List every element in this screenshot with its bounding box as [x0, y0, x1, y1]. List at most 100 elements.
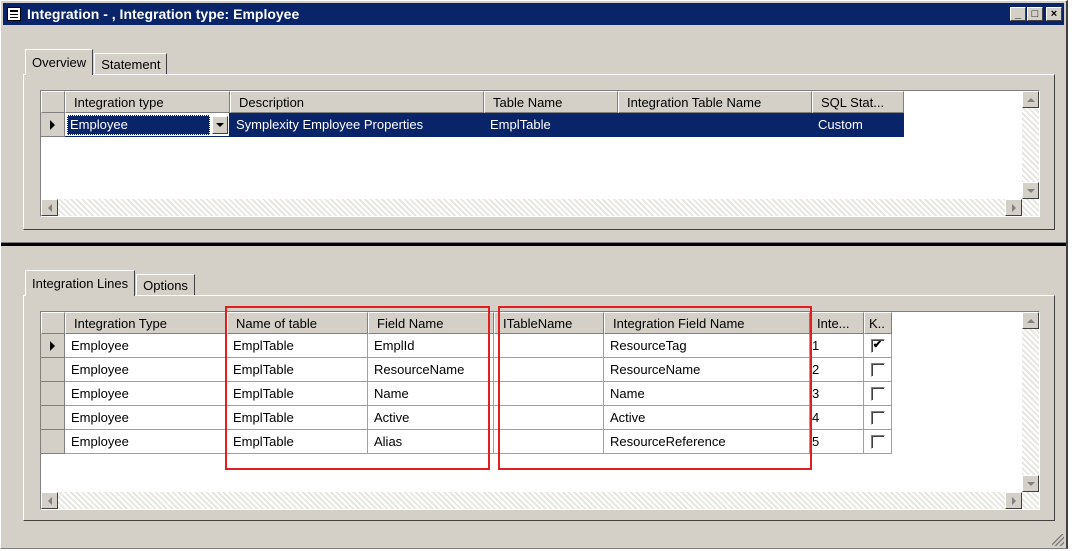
scroll-right-button[interactable]: [1005, 199, 1022, 216]
cell-integration-order[interactable]: 3: [810, 382, 864, 406]
checkmark-icon: ✔: [872, 339, 883, 351]
cell-integration-order[interactable]: 1: [810, 334, 864, 358]
cell-field-name[interactable]: Active: [368, 406, 494, 430]
column-header-description[interactable]: Description: [230, 91, 484, 113]
scroll-right-button[interactable]: [1005, 492, 1022, 509]
close-button[interactable]: ×: [1046, 7, 1062, 21]
cell-itablename[interactable]: [494, 358, 604, 382]
table-row[interactable]: Employee EmplTable ResourceName ResourceNam…: [41, 358, 892, 382]
row-selector[interactable]: [41, 358, 65, 382]
column-header-integration-type[interactable]: Integration type: [65, 91, 230, 113]
column-header-integration-field-name[interactable]: Integration Field Name: [604, 312, 810, 334]
tab-statement[interactable]: Statement: [94, 53, 168, 75]
cell-field-name[interactable]: ResourceName: [368, 358, 494, 382]
cell-integration-type[interactable]: Employee: [65, 382, 227, 406]
key-checkbox[interactable]: ✔: [870, 338, 885, 353]
cell-integration-field-name[interactable]: Active: [604, 406, 810, 430]
cell-sql-statement[interactable]: Custom: [812, 113, 904, 137]
cell-name-of-table[interactable]: EmplTable: [227, 382, 368, 406]
cell-description[interactable]: Symplexity Employee Properties: [230, 113, 484, 137]
vertical-scrollbar[interactable]: [1022, 91, 1039, 199]
cell-integration-type[interactable]: Employee: [65, 334, 227, 358]
overview-grid: Integration type Description Table Name …: [40, 90, 1040, 217]
key-checkbox[interactable]: [870, 386, 885, 401]
integration-type-combo[interactable]: Employee: [65, 113, 230, 137]
integration-type-value[interactable]: Employee: [67, 114, 210, 135]
row-selector[interactable]: [41, 406, 65, 430]
cell-key: [864, 358, 892, 382]
column-header-key[interactable]: K..: [864, 312, 892, 334]
cell-name-of-table[interactable]: EmplTable: [227, 406, 368, 430]
table-row[interactable]: Employee EmplTable Active Active 4: [41, 406, 892, 430]
cell-itablename[interactable]: [494, 382, 604, 406]
horizontal-scrollbar[interactable]: [41, 492, 1039, 509]
column-header-name-of-table[interactable]: Name of table: [227, 312, 368, 334]
row-selector[interactable]: [41, 113, 65, 137]
tab-integration-lines[interactable]: Integration Lines: [25, 270, 136, 296]
cell-itablename[interactable]: [494, 430, 604, 454]
cell-field-name[interactable]: Alias: [368, 430, 494, 454]
cell-itablename[interactable]: [494, 406, 604, 430]
window-title: Integration - , Integration type: Employ…: [27, 6, 300, 22]
header-corner: [41, 312, 65, 334]
table-row[interactable]: Employee EmplTable Name Name 3: [41, 382, 892, 406]
cell-integration-order[interactable]: 4: [810, 406, 864, 430]
vertical-scrollbar[interactable]: [1022, 312, 1039, 492]
table-row[interactable]: Employee Symplexity Employee Properties …: [41, 113, 904, 137]
cell-key: [864, 406, 892, 430]
minimize-button[interactable]: _: [1010, 7, 1026, 21]
key-checkbox[interactable]: [870, 410, 885, 425]
column-header-sql-statement[interactable]: SQL Stat...: [812, 91, 904, 113]
column-header-itablename[interactable]: ITableName: [494, 312, 604, 334]
column-header-integration-type[interactable]: Integration Type: [65, 312, 227, 334]
cell-field-name[interactable]: EmplId: [368, 334, 494, 358]
title-bar[interactable]: Integration - , Integration type: Employ…: [3, 3, 1064, 25]
cell-name-of-table[interactable]: EmplTable: [227, 358, 368, 382]
scroll-up-button[interactable]: [1022, 312, 1039, 329]
table-row[interactable]: Employee EmplTable Alias ResourceReference 5: [41, 430, 892, 454]
scroll-down-button[interactable]: [1022, 475, 1039, 492]
scroll-right-icon: [1011, 496, 1016, 505]
column-header-table-name[interactable]: Table Name: [484, 91, 618, 113]
column-header-integration-table-name[interactable]: Integration Table Name: [618, 91, 812, 113]
key-checkbox[interactable]: [870, 362, 885, 377]
scroll-left-button[interactable]: [41, 199, 58, 216]
cell-integration-field-name[interactable]: ResourceName: [604, 358, 810, 382]
cell-integration-field-name[interactable]: Name: [604, 382, 810, 406]
cell-integration-field-name[interactable]: ResourceTag: [604, 334, 810, 358]
cell-table-name[interactable]: EmplTable: [484, 113, 618, 137]
row-selector[interactable]: [41, 382, 65, 406]
cell-integration-type[interactable]: Employee: [65, 430, 227, 454]
cell-key: [864, 430, 892, 454]
cell-name-of-table[interactable]: EmplTable: [227, 430, 368, 454]
cell-integration-order[interactable]: 2: [810, 358, 864, 382]
panel-splitter[interactable]: [1, 242, 1066, 246]
window-icon[interactable]: [7, 7, 21, 21]
column-header-field-name[interactable]: Field Name: [368, 312, 494, 334]
table-row[interactable]: Employee EmplTable EmplId ResourceTag 1 ✔: [41, 334, 892, 358]
cell-name-of-table[interactable]: EmplTable: [227, 334, 368, 358]
dropdown-button[interactable]: [212, 115, 228, 134]
maximize-button[interactable]: □: [1027, 7, 1043, 21]
row-selector[interactable]: [41, 334, 65, 358]
cell-integration-field-name[interactable]: ResourceReference: [604, 430, 810, 454]
cell-key: [864, 382, 892, 406]
key-checkbox[interactable]: [870, 434, 885, 449]
cell-integration-type[interactable]: Employee: [65, 406, 227, 430]
overview-grid-header: Integration type Description Table Name …: [41, 91, 904, 113]
scroll-up-button[interactable]: [1022, 91, 1039, 108]
cell-integration-type[interactable]: Employee: [65, 358, 227, 382]
scroll-down-button[interactable]: [1022, 182, 1039, 199]
tab-overview[interactable]: Overview: [25, 49, 94, 75]
column-header-integration-order[interactable]: Inte...: [810, 312, 864, 334]
tab-options[interactable]: Options: [136, 274, 195, 296]
scroll-left-icon: [47, 496, 52, 505]
cell-integration-table-name[interactable]: [618, 113, 812, 137]
cell-field-name[interactable]: Name: [368, 382, 494, 406]
scroll-left-button[interactable]: [41, 492, 58, 509]
cell-integration-order[interactable]: 5: [810, 430, 864, 454]
row-selector[interactable]: [41, 430, 65, 454]
resize-grip[interactable]: [1052, 534, 1064, 546]
cell-itablename[interactable]: [494, 334, 604, 358]
horizontal-scrollbar[interactable]: [41, 199, 1039, 216]
